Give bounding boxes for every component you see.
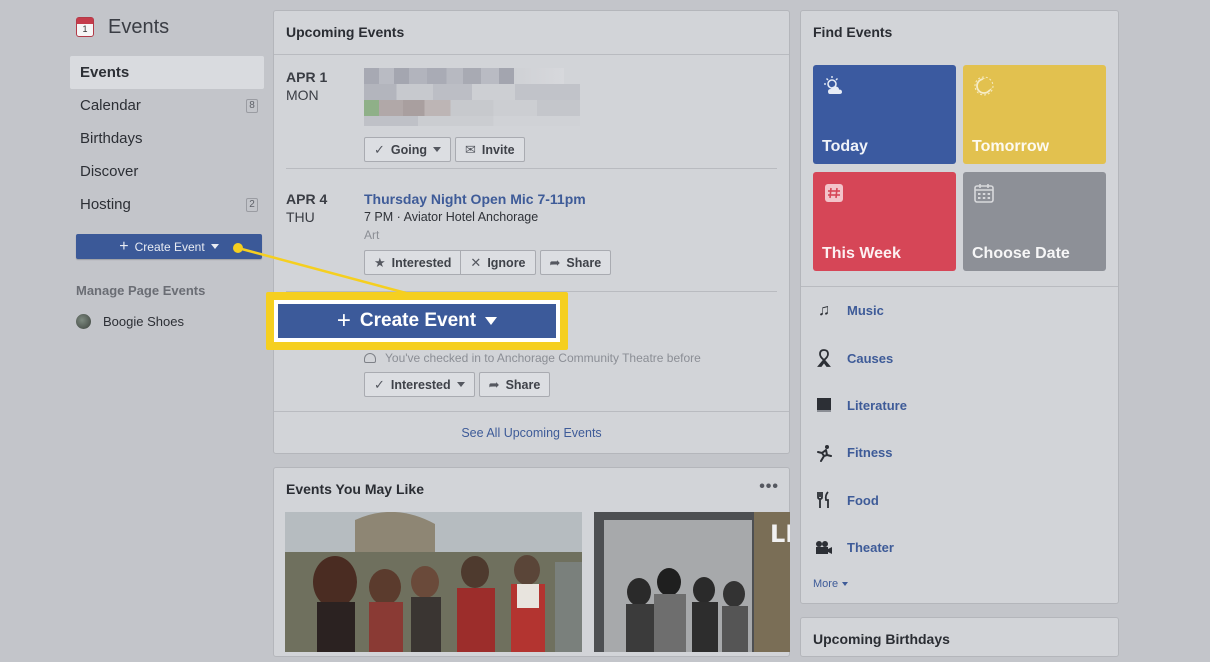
category-literature[interactable]: Literature xyxy=(801,382,1118,429)
chevron-down-icon xyxy=(485,317,498,325)
calendar-grid-icon xyxy=(974,184,994,203)
sidebar-item-birthdays[interactable]: Birthdays xyxy=(70,122,264,155)
page-avatar xyxy=(76,314,91,329)
envelope-icon: ✉ xyxy=(465,141,476,157)
count-badge: 2 xyxy=(246,198,258,212)
share-arrow-icon: ➦ xyxy=(549,254,561,270)
tile-label: Choose Date xyxy=(972,245,1070,262)
event-photo-text: LIV xyxy=(770,520,790,548)
events-you-may-like-title: Events You May Like xyxy=(286,481,424,497)
chevron-down-icon xyxy=(210,244,219,249)
moon-icon xyxy=(974,76,994,96)
chevron-down-icon xyxy=(842,582,849,586)
sidebar-item-calendar[interactable]: Calendar 8 xyxy=(70,89,264,122)
upcoming-events-title: Upcoming Events xyxy=(274,11,789,55)
event-photo-image xyxy=(594,512,790,652)
check-icon: ✓ xyxy=(374,376,385,392)
category-list: ♫ Music Causes Literature Fitness Food Th… xyxy=(801,286,1118,571)
tile-tomorrow[interactable]: Tomorrow xyxy=(963,65,1106,164)
create-event-button[interactable]: + Create Event xyxy=(76,234,262,259)
event-item: APR 1 MON ✓ Going ✉ Invite xyxy=(286,68,777,168)
chevron-down-icon xyxy=(456,382,465,387)
left-sidebar: 1 Events Events Calendar 8 Birthdays Disc… xyxy=(70,12,264,329)
callout-highlight: + Create Event xyxy=(266,292,568,350)
fork-knife-icon xyxy=(815,491,833,509)
event-actions: ★ Interested ✕ Ignore ➦ Share xyxy=(364,250,777,275)
share-button[interactable]: ➦ Share xyxy=(539,250,612,275)
check-icon: ✓ xyxy=(374,141,385,157)
share-arrow-icon: ➦ xyxy=(488,376,500,392)
upcoming-birthdays-title: Upcoming Birthdays xyxy=(813,631,950,647)
share-button[interactable]: ➦ Share xyxy=(478,372,551,397)
manage-page-events-heading: Manage Page Events xyxy=(76,283,206,298)
star-icon: ★ xyxy=(374,254,386,270)
interested-button[interactable]: ✓ Interested xyxy=(364,372,475,397)
upcoming-events-card: Upcoming Events APR 1 MON ✓ Going ✉ Invite… xyxy=(273,10,790,454)
sidebar-header: 1 Events xyxy=(76,12,264,42)
event-photo[interactable] xyxy=(285,512,582,652)
hashtag-calendar-icon xyxy=(825,184,843,202)
tile-choose-date[interactable]: Choose Date xyxy=(963,172,1106,271)
plus-icon: + xyxy=(336,307,351,334)
callout-frame: + Create Event xyxy=(274,300,560,342)
event-actions: ✓ Interested ➦ Share xyxy=(364,372,554,397)
music-note-icon: ♫ xyxy=(818,301,830,319)
close-icon: ✕ xyxy=(470,254,482,270)
category-music[interactable]: ♫ Music xyxy=(801,287,1118,334)
calendar-icon: 1 xyxy=(76,17,94,37)
ribbon-icon xyxy=(815,349,833,367)
find-events-card: Find Events Today Tomorrow This Week Cho… xyxy=(800,10,1119,604)
see-all-upcoming-link[interactable]: See All Upcoming Events xyxy=(274,411,789,453)
category-food[interactable]: Food xyxy=(801,477,1118,524)
sidebar-item-hosting[interactable]: Hosting 2 xyxy=(70,188,264,221)
checkin-note: You've checked in to Anchorage Community… xyxy=(364,350,701,366)
invite-button[interactable]: ✉ Invite xyxy=(455,137,525,162)
divider xyxy=(286,168,777,169)
event-time-location: 7 PM · Aviator Hotel Anchorage xyxy=(364,210,539,224)
plus-icon: + xyxy=(119,237,129,255)
runner-icon xyxy=(815,444,833,462)
tile-label: Today xyxy=(822,138,868,155)
count-badge: 8 xyxy=(246,99,258,113)
going-button[interactable]: ✓ Going xyxy=(364,137,452,162)
chevron-down-icon xyxy=(433,147,442,152)
upcoming-birthdays-card: Upcoming Birthdays xyxy=(800,617,1119,657)
event-body: Thursday Night Open Mic 7-11pm 7 PM · Av… xyxy=(364,190,777,275)
checkin-icon xyxy=(364,353,376,363)
more-options-icon[interactable]: ••• xyxy=(759,478,779,496)
event-photo[interactable]: LIV xyxy=(594,512,790,652)
sidebar-nav: Events Calendar 8 Birthdays Discover Host… xyxy=(70,56,264,221)
ignore-button[interactable]: ✕ Ignore xyxy=(460,250,536,275)
category-theater[interactable]: Theater xyxy=(801,524,1118,571)
event-photo-image xyxy=(285,512,582,652)
interested-button[interactable]: ★ Interested xyxy=(364,250,461,275)
tile-label: This Week xyxy=(822,245,901,262)
tile-this-week[interactable]: This Week xyxy=(813,172,956,271)
category-causes[interactable]: Causes xyxy=(801,334,1118,381)
event-item: APR 4 THU Thursday Night Open Mic 7-11pm… xyxy=(286,190,777,290)
tile-today[interactable]: Today xyxy=(813,65,956,164)
more-categories-button[interactable]: More xyxy=(813,578,849,590)
book-icon xyxy=(815,396,833,414)
sidebar-item-discover[interactable]: Discover xyxy=(70,155,264,188)
sidebar-item-events[interactable]: Events xyxy=(70,56,264,89)
blurred-event-details xyxy=(364,68,580,126)
create-event-button-zoomed[interactable]: + Create Event xyxy=(278,304,556,338)
category-fitness[interactable]: Fitness xyxy=(801,429,1118,476)
event-category: Art xyxy=(364,228,380,242)
event-actions: ✓ Going ✉ Invite xyxy=(364,137,529,162)
events-you-may-like-card: Events You May Like ••• LI xyxy=(273,467,790,657)
event-title-link[interactable]: Thursday Night Open Mic 7-11pm xyxy=(364,190,777,208)
sidebar-title: Events xyxy=(108,15,170,38)
camera-icon xyxy=(815,539,833,557)
event-date: APR 1 MON xyxy=(286,69,328,103)
tile-label: Tomorrow xyxy=(972,138,1050,155)
find-events-title: Find Events xyxy=(813,24,893,40)
page-link[interactable]: Boogie Shoes xyxy=(76,314,264,329)
event-date: APR 4 THU xyxy=(286,191,328,225)
sun-cloud-icon xyxy=(824,76,842,94)
